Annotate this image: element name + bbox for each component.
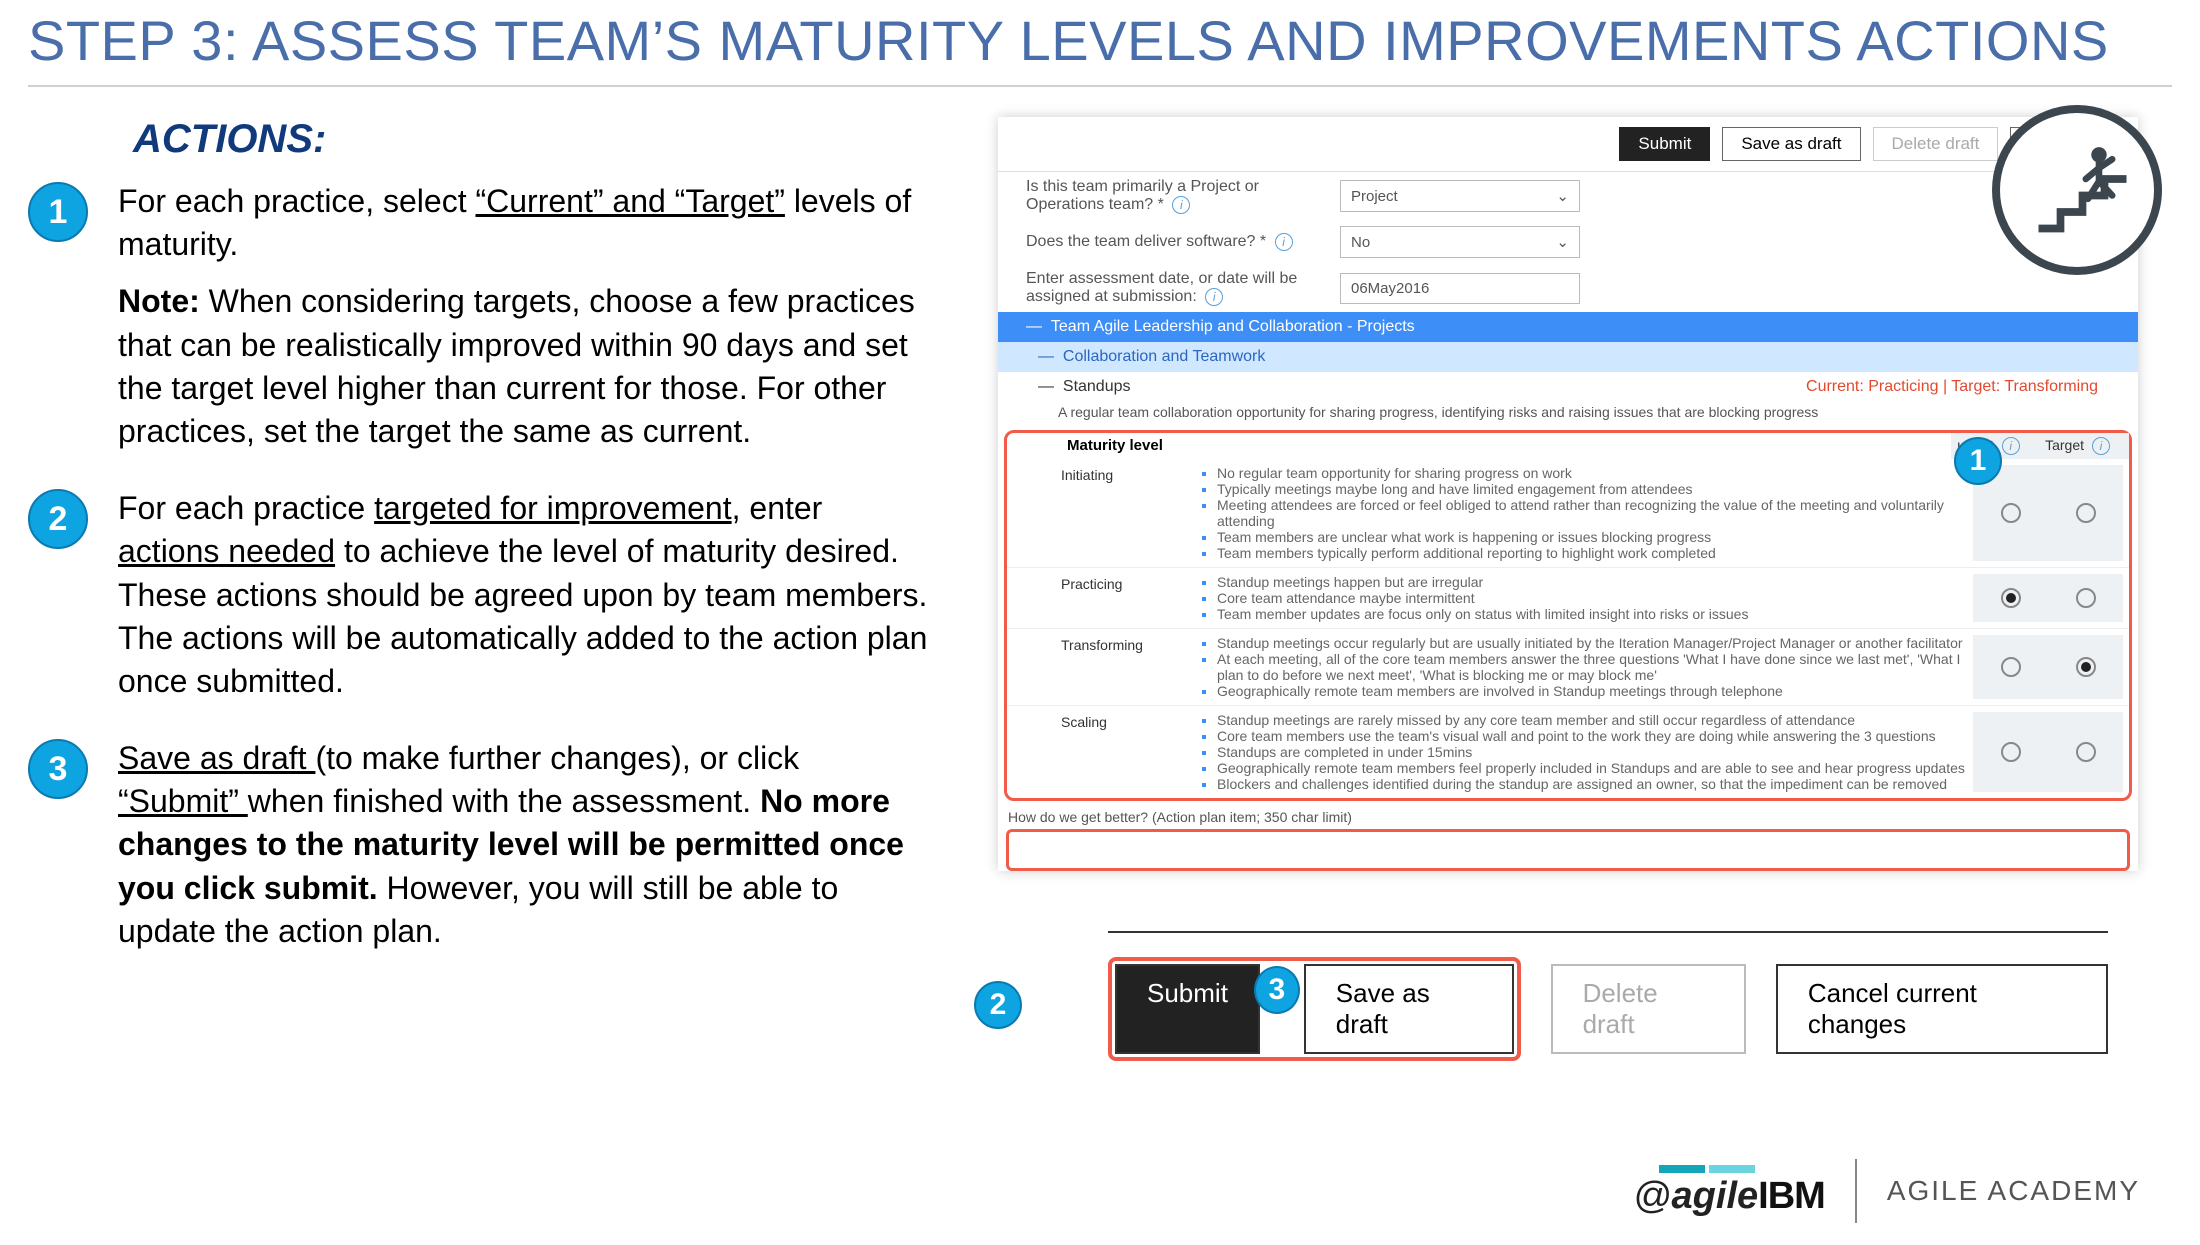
agile-ibm-logo: @agileIBM [1633, 1165, 1825, 1218]
submit-save-highlight: Submit 3 Save as draft [1108, 957, 1521, 1061]
info-icon[interactable]: i [2002, 437, 2020, 455]
current-radio[interactable] [2001, 588, 2021, 608]
b1-note: When considering targets, choose a few p… [118, 283, 915, 449]
q3-value: 06May2016 [1351, 280, 1429, 297]
b2-l2u: actions needed [118, 533, 335, 569]
q-date: Enter assessment date, or date will be a… [998, 264, 2138, 312]
b2-l3: The actions will be automatically added … [118, 620, 927, 699]
b1-pre: For each practice, select [118, 183, 475, 219]
save-draft-button[interactable]: Save as draft [1304, 964, 1514, 1054]
current-radio[interactable] [2001, 657, 2021, 677]
maturity-row: ScalingStandup meetings are rarely misse… [1007, 705, 2129, 798]
left-column: ACTIONS: 1 For each practice, select “Cu… [28, 117, 928, 1061]
q-team-type: Is this team primarily a Project or Oper… [998, 172, 2138, 220]
logo-at: @ [1633, 1175, 1672, 1217]
section-bar-1[interactable]: — Team Agile Leadership and Collaboratio… [998, 312, 2138, 342]
radio-group [1973, 574, 2123, 622]
bottom-button-bar: Submit 3 Save as draft Delete draft Canc… [1108, 931, 2108, 1061]
target-radio[interactable] [2076, 657, 2096, 677]
callout-3: 3 [1254, 966, 1300, 1014]
target-radio[interactable] [2076, 503, 2096, 523]
maturity-head: Maturity level [1007, 433, 1951, 459]
sec2-label: Collaboration and Teamwork [1063, 348, 1265, 365]
radio-group [1973, 465, 2123, 561]
maturity-points: Standup meetings are rarely missed by an… [1201, 712, 1973, 792]
footer: @agileIBM AGILE ACADEMY [1633, 1159, 2140, 1223]
current-radio[interactable] [2001, 503, 2021, 523]
maturity-points: Standup meetings happen but are irregula… [1201, 574, 1973, 622]
q1-label: Is this team primarily a Project or Oper… [1026, 178, 1259, 213]
section-bar-2[interactable]: — Collaboration and Teamwork [998, 342, 2138, 372]
assessment-screenshot: Submit Save as draft Delete draft Cancel… [998, 117, 2138, 871]
maturity-level-name: Scaling [1061, 712, 1201, 792]
b3-s1b: (to make further changes), or click [315, 740, 799, 776]
shot-submit-button[interactable]: Submit [1619, 127, 1710, 161]
radio-group [1973, 712, 2123, 792]
footer-divider [1855, 1159, 1857, 1223]
chevron-down-icon: ⌄ [1556, 187, 1569, 205]
badge-3: 3 [28, 739, 88, 799]
submit-button[interactable]: Submit [1115, 964, 1260, 1054]
sec1-label: Team Agile Leadership and Collaboration … [1051, 318, 1415, 335]
info-icon[interactable]: i [2092, 437, 2110, 455]
maturity-points: No regular team opportunity for sharing … [1201, 465, 1973, 561]
b2-l1b: , enter [732, 490, 823, 526]
slide-title: STEP 3: ASSESS TEAM’S MATURITY LEVELS AN… [28, 0, 2172, 73]
shot-toolbar: Submit Save as draft Delete draft Cancel… [998, 117, 2138, 172]
stairs-icon [1992, 105, 2162, 275]
actions-heading: ACTIONS: [133, 117, 928, 162]
q3-input[interactable]: 06May2016 [1340, 273, 1580, 304]
b2-l1a: For each practice [118, 490, 374, 526]
info-icon[interactable]: i [1275, 233, 1293, 251]
col-target: Target [2045, 437, 2084, 453]
chevron-down-icon: ⌄ [1556, 233, 1569, 251]
radio-group [1973, 635, 2123, 699]
b3-s2u: “Submit” [118, 783, 248, 819]
q2-label: Does the team deliver software? * [1026, 233, 1266, 250]
shot-delete-button[interactable]: Delete draft [1873, 127, 1999, 161]
b2-l1u: targeted for improvement [374, 490, 732, 526]
maturity-level-name: Practicing [1061, 574, 1201, 622]
maturity-level-name: Initiating [1061, 465, 1201, 561]
academy-label: AGILE ACADEMY [1887, 1175, 2140, 1207]
badge-2: 2 [28, 489, 88, 549]
b3-s2b: when finished with the assessment. [248, 783, 760, 819]
q1-value: Project [1351, 188, 1398, 205]
section-bar-3[interactable]: — Standups Current: Practicing | Target:… [998, 372, 2138, 402]
action-question: How do we get better? (Action plan item;… [998, 805, 2138, 827]
current-radio[interactable] [2001, 742, 2021, 762]
info-icon[interactable]: i [1205, 288, 1223, 306]
maturity-level-name: Transforming [1061, 635, 1201, 699]
bullet-2: 2 For each practice targeted for improve… [28, 487, 928, 703]
q3-label: Enter assessment date, or date will be a… [1026, 270, 1297, 305]
q1-select[interactable]: Project ⌄ [1340, 180, 1580, 212]
info-icon[interactable]: i [1172, 196, 1190, 214]
maturity-row: TransformingStandup meetings occur regul… [1007, 628, 2129, 705]
target-radio[interactable] [2076, 588, 2096, 608]
q2-select[interactable]: No ⌄ [1340, 226, 1580, 258]
bullet-1: 1 For each practice, select “Current” an… [28, 180, 928, 453]
shot-save-button[interactable]: Save as draft [1722, 127, 1860, 161]
delete-draft-button[interactable]: Delete draft [1551, 964, 1746, 1054]
q-software: Does the team deliver software? * i No ⌄ [998, 220, 2138, 264]
callout-2: 2 [974, 981, 1022, 1029]
logo-ibm: IBM [1758, 1175, 1825, 1217]
sec3-label: Standups [1063, 378, 1131, 395]
b1-u: “Current” and “Target” [475, 183, 784, 219]
badge-1: 1 [28, 182, 88, 242]
b3-s1u: Save as draft [118, 740, 315, 776]
logo-agile: agile [1672, 1175, 1759, 1217]
callout-1: 1 [1954, 437, 2002, 485]
sec3-status: Current: Practicing | Target: Transformi… [1806, 378, 2098, 396]
q2-value: No [1351, 234, 1370, 251]
target-radio[interactable] [2076, 742, 2096, 762]
b1-note-label: Note: [118, 283, 200, 319]
cancel-changes-button[interactable]: Cancel current changes [1776, 964, 2108, 1054]
maturity-points: Standup meetings occur regularly but are… [1201, 635, 1973, 699]
maturity-grid-highlight: Maturity level urrent i Target i Initiat… [1004, 430, 2132, 801]
action-textarea[interactable] [1006, 829, 2130, 871]
bullet-3: 3 Save as draft (to make further changes… [28, 737, 928, 953]
standup-desc: A regular team collaboration opportunity… [998, 402, 2138, 426]
maturity-row: PracticingStandup meetings happen but ar… [1007, 567, 2129, 628]
